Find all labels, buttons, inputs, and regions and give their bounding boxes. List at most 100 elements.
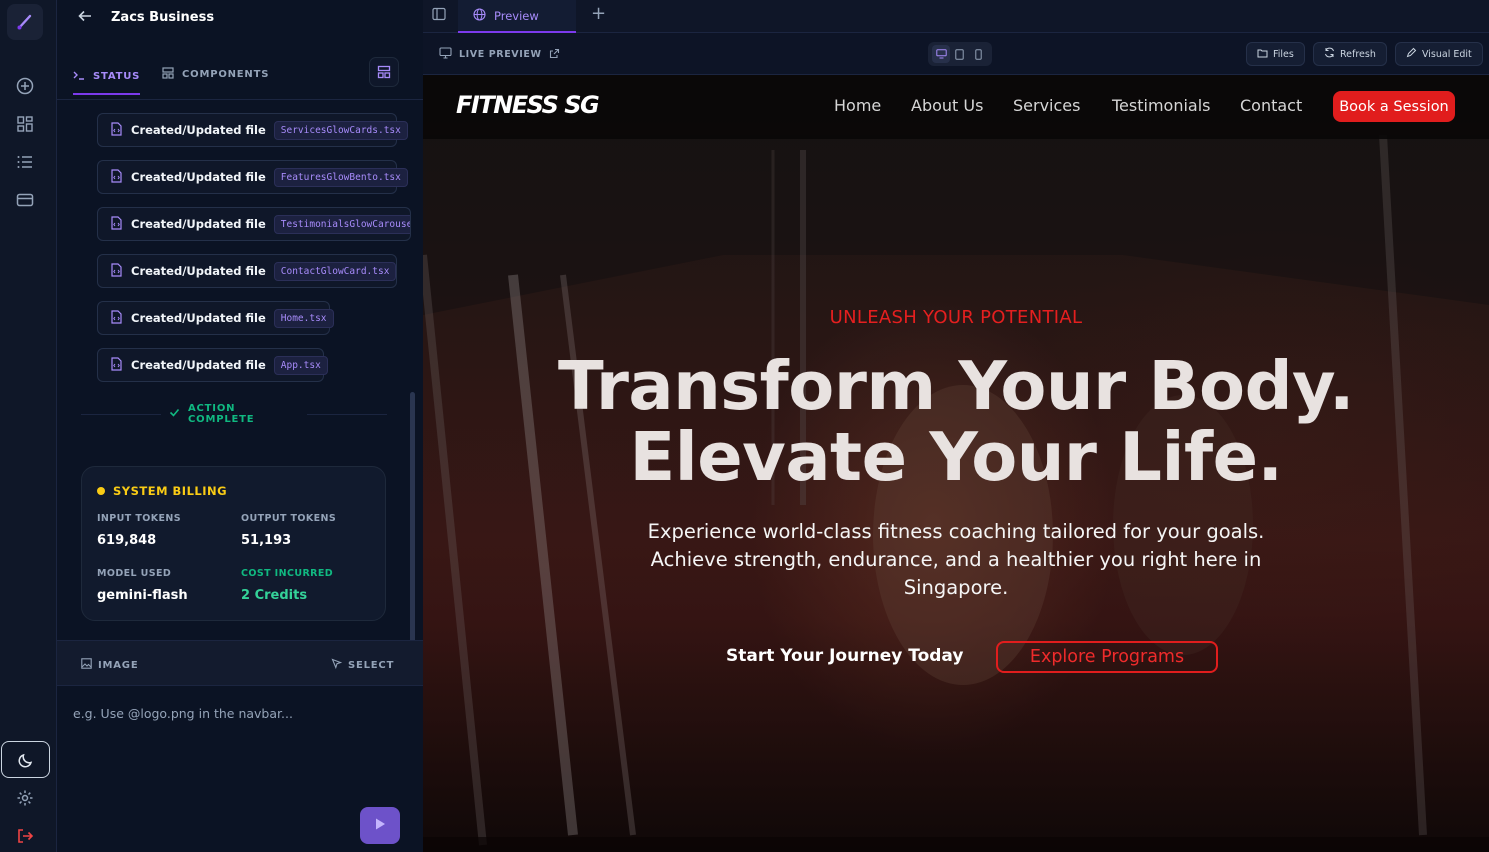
action-complete-status: ACTION COMPLETE [81, 403, 387, 425]
preview-area: Preview + LIVE PREVIEW Files Refresh Vis… [423, 0, 1489, 852]
site-navbar: FITNESS SG Home About Us Services Testim… [423, 75, 1489, 139]
file-code-icon [110, 121, 123, 140]
file-update-item: Created/Updated file Home.tsx [97, 301, 334, 335]
sidebar-toggle-icon[interactable] [432, 6, 446, 25]
composer-toolbar: IMAGE SELECT [57, 640, 423, 686]
layout-icon [162, 66, 174, 82]
file-update-label: Created/Updated file [131, 170, 266, 184]
moon-icon[interactable] [1, 741, 50, 778]
select-button[interactable]: SELECT [331, 658, 394, 672]
back-arrow-icon[interactable] [77, 8, 93, 28]
file-update-item: Created/Updated file TestimonialsGlowCar… [97, 207, 411, 241]
file-name-chip[interactable]: TestimonialsGlowCarousel. [273, 214, 410, 234]
site-logo[interactable]: FITNESS SG [456, 91, 600, 119]
tab-status[interactable]: STATUS [73, 64, 141, 95]
tab-preview[interactable]: Preview [458, 0, 576, 33]
billing-title: SYSTEM BILLING [97, 484, 227, 498]
preview-toolbar: LIVE PREVIEW Files Refresh Visual Edit [423, 33, 1489, 75]
prompt-input[interactable]: e.g. Use @logo.png in the navbar... [73, 706, 293, 721]
brush-logo-icon[interactable] [7, 4, 43, 40]
hero-subtext: Experience world-class fitness coaching … [647, 520, 1265, 599]
tab-preview-label: Preview [494, 8, 539, 23]
website-preview: FITNESS SG Home About Us Services Testim… [423, 75, 1489, 852]
input-tokens-label: INPUT TOKENS [97, 513, 181, 524]
mobile-icon[interactable] [970, 45, 988, 63]
cost-value: 2 Credits [241, 588, 308, 603]
plus-circle-icon[interactable] [14, 75, 36, 97]
output-tokens-value: 51,193 [241, 533, 292, 548]
file-update-label: Created/Updated file [131, 264, 266, 278]
file-update-item: Created/Updated file ServicesGlowCards.t… [97, 113, 408, 147]
panel-tabs: STATUS COMPONENTS [57, 52, 423, 100]
file-update-item: Created/Updated file App.tsx [97, 348, 328, 382]
image-button[interactable]: IMAGE [81, 658, 138, 672]
nav-link-contact[interactable]: Contact [1240, 96, 1302, 115]
refresh-button-label: Refresh [1340, 48, 1376, 60]
monitor-icon [439, 47, 452, 62]
nav-link-home[interactable]: Home [834, 96, 881, 115]
file-code-icon [110, 168, 123, 187]
status-dot-icon [97, 487, 105, 495]
globe-icon [473, 7, 486, 24]
files-button[interactable]: Files [1246, 42, 1305, 66]
panel-layout-button[interactable] [369, 57, 399, 87]
image-icon [81, 658, 92, 672]
status-panel: Zacs Business STATUS COMPONENTS Created/ [57, 0, 423, 852]
file-update-label: Created/Updated file [131, 217, 266, 231]
gear-icon[interactable] [14, 787, 36, 809]
cost-label: COST INCURRED [241, 568, 334, 579]
external-link-icon[interactable] [549, 48, 560, 62]
tablet-icon[interactable] [951, 45, 969, 63]
nav-link-about[interactable]: About Us [911, 96, 983, 115]
nav-link-testimonials[interactable]: Testimonials [1112, 96, 1211, 115]
play-icon [373, 816, 387, 835]
action-complete-label: ACTION COMPLETE [188, 403, 255, 425]
icon-rail [0, 0, 57, 852]
book-session-button[interactable]: Book a Session [1333, 91, 1455, 122]
hero-eyebrow: UNLEASH YOUR POTENTIAL [829, 307, 1083, 328]
panel-scrollbar[interactable] [410, 392, 415, 647]
refresh-button[interactable]: Refresh [1313, 42, 1387, 66]
folder-icon [1257, 48, 1268, 61]
image-button-label: IMAGE [98, 659, 139, 671]
file-update-item: Created/Updated file ContactGlowCard.tsx [97, 254, 397, 288]
logout-icon[interactable] [14, 825, 36, 847]
live-preview-indicator: LIVE PREVIEW [439, 47, 560, 62]
input-tokens-value: 619,848 [97, 533, 157, 548]
tab-status-label: STATUS [93, 71, 141, 82]
model-label: MODEL USED [97, 568, 172, 579]
refresh-icon [1324, 47, 1335, 61]
file-code-icon [110, 356, 123, 375]
file-code-icon [110, 262, 123, 281]
send-button[interactable] [360, 807, 400, 844]
file-name-chip[interactable]: ServicesGlowCards.tsx [273, 120, 408, 140]
file-update-label: Created/Updated file [131, 311, 266, 325]
model-value: gemini-flash [97, 588, 188, 603]
nav-link-services[interactable]: Services [1013, 96, 1080, 115]
editor-tabbar: Preview + [423, 0, 1489, 33]
device-switcher [928, 42, 992, 66]
terminal-icon [73, 69, 85, 84]
file-name-chip[interactable]: App.tsx [273, 355, 328, 375]
file-code-icon [110, 309, 123, 328]
files-button-label: Files [1273, 48, 1294, 60]
panel-header: Zacs Business [57, 0, 423, 36]
file-update-item: Created/Updated file FeaturesGlowBento.t… [97, 160, 408, 194]
cursor-icon [331, 658, 343, 672]
file-name-chip[interactable]: Home.tsx [273, 308, 334, 328]
explore-programs-button[interactable]: Explore Programs [996, 641, 1218, 673]
grid-icon[interactable] [14, 113, 36, 135]
tab-components[interactable]: COMPONENTS [162, 64, 269, 84]
live-preview-label: LIVE PREVIEW [459, 49, 542, 60]
file-name-chip[interactable]: FeaturesGlowBento.tsx [273, 167, 408, 187]
list-icon[interactable] [14, 151, 36, 173]
start-journey-link[interactable]: Start Your Journey Today [726, 646, 963, 666]
project-title: Zacs Business [111, 10, 215, 25]
file-code-icon [110, 215, 123, 234]
desktop-icon[interactable] [932, 45, 951, 63]
visual-edit-button[interactable]: Visual Edit [1395, 42, 1483, 66]
select-button-label: SELECT [348, 659, 395, 671]
file-name-chip[interactable]: ContactGlowCard.tsx [273, 261, 397, 281]
card-icon[interactable] [14, 189, 36, 211]
add-tab-icon[interactable]: + [591, 3, 606, 24]
